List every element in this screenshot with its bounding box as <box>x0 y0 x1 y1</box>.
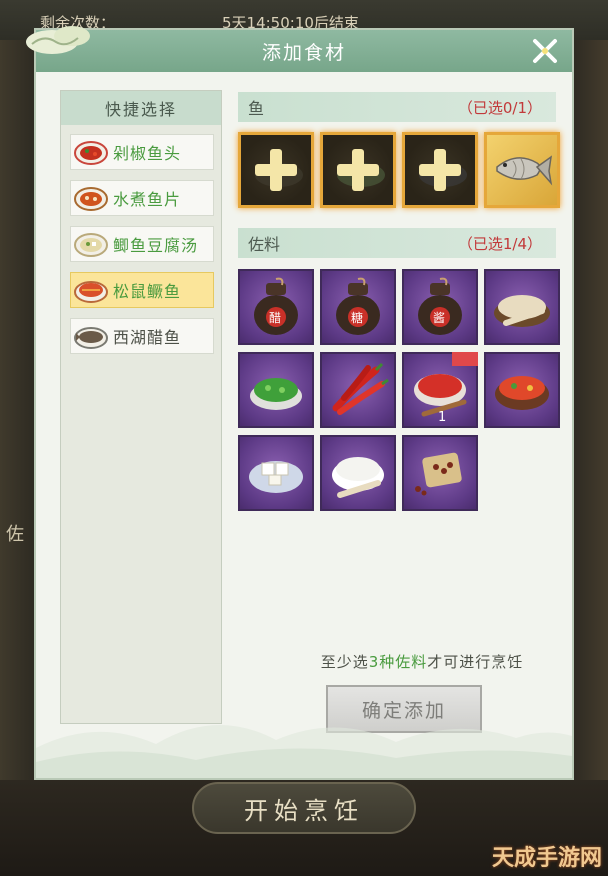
seasoning-flour[interactable] <box>484 269 560 345</box>
seasoning-section-header: 佐料 （已选1/4） <box>238 228 556 258</box>
add-fish-slot-icon <box>255 149 303 191</box>
jar-label: 酱 <box>433 311 446 325</box>
seasoning-starch[interactable] <box>320 435 396 511</box>
squirrel-fish-dish-icon <box>74 276 108 304</box>
hint-prefix: 至少选 <box>320 653 369 671</box>
quick-select-header: 快捷选择 <box>61 91 221 125</box>
fish-selected-count: （已选0/1） <box>457 98 542 117</box>
close-button[interactable] <box>528 34 562 68</box>
seasoning-chili-sauce[interactable]: 1 <box>402 352 478 428</box>
recipe-item-boiled-fish[interactable]: 水煮鱼片 <box>70 180 214 216</box>
fish-tofu-soup-icon <box>74 230 108 258</box>
seasoning-tofu[interactable] <box>238 435 314 511</box>
fish-section-header: 鱼 （已选0/1） <box>238 92 556 122</box>
tofu-plate-icon <box>249 461 303 493</box>
recipe-item-squirrel-fish[interactable]: 松鼠鳜鱼 <box>70 272 214 308</box>
background-right <box>572 40 608 876</box>
watermark: 天成手游网 <box>491 846 602 871</box>
add-fish-slot-icon <box>337 149 385 191</box>
recipe-item-fish-tofu-soup[interactable]: 鲫鱼豆腐汤 <box>70 226 214 262</box>
chili-fish-head-dish-icon <box>74 138 108 166</box>
seasoning-soy-sauce[interactable]: 酱 <box>402 269 478 345</box>
selected-flag <box>452 352 478 366</box>
scallion-bowl-icon <box>250 378 302 410</box>
flour-bowl-icon <box>494 295 550 327</box>
starch-bowl-icon <box>332 457 384 498</box>
jar-label: 醋 <box>269 311 282 325</box>
background-side-label: 佐 <box>6 524 24 545</box>
seasoning-selected-count: （已选1/4） <box>457 234 542 253</box>
dialog-title: 添加食材 <box>261 41 346 64</box>
cooking-hint: 至少选3种佐料才可进行烹饪 <box>268 651 576 672</box>
red-chili-icon <box>332 362 389 415</box>
seasoning-scallion[interactable] <box>238 352 314 428</box>
recipe-label: 剁椒鱼头 <box>113 144 182 163</box>
seasoning-chopped-chili[interactable] <box>484 352 560 428</box>
seasoning-sugar[interactable]: 糖 <box>320 269 396 345</box>
recipe-item-chili-fish-head[interactable]: 剁椒鱼头 <box>70 134 214 170</box>
start-cooking-button[interactable]: 开始烹饪 <box>192 782 416 834</box>
fish-slot-2[interactable] <box>320 132 396 208</box>
item-quantity: 1 <box>438 410 447 425</box>
sichuan-pepper-icon <box>415 452 462 496</box>
close-icon <box>533 39 557 63</box>
vinegar-jar-icon <box>254 277 298 335</box>
recipe-label: 西湖醋鱼 <box>113 328 182 347</box>
chopped-chili-bowl-icon <box>495 376 549 410</box>
fish-slot-4[interactable] <box>484 132 560 208</box>
fish-section-title: 鱼 <box>248 99 265 118</box>
seasoning-section-title: 佐料 <box>248 235 281 254</box>
add-fish-slot-icon <box>419 149 467 191</box>
recipe-item-west-lake-fish[interactable]: 西湖醋鱼 <box>70 318 214 354</box>
hint-suffix: 才可进行烹饪 <box>427 653 524 671</box>
fish-icon <box>496 155 553 186</box>
recipe-label: 松鼠鳜鱼 <box>113 282 182 301</box>
recipe-label: 鲫鱼豆腐汤 <box>113 236 199 255</box>
dialog-header: 添加食材 <box>36 30 572 72</box>
west-lake-fish-dish-icon <box>74 322 108 350</box>
seasoning-sichuan-pepper[interactable] <box>402 435 478 511</box>
fish-slot-3[interactable] <box>402 132 478 208</box>
seasoning-vinegar[interactable]: 醋 <box>238 269 314 345</box>
sugar-jar-icon <box>336 277 380 335</box>
seasoning-red-chili[interactable] <box>320 352 396 428</box>
add-ingredients-dialog: 添加食材 快捷选择 剁椒鱼头 水煮鱼片 鲫鱼豆腐汤 松鼠鳜鱼 西湖醋鱼 鱼 （已… <box>26 26 576 780</box>
recipe-label: 水煮鱼片 <box>113 190 182 209</box>
background-left <box>0 40 36 876</box>
soy-sauce-jar-icon <box>418 277 462 335</box>
boiled-fish-dish-icon <box>74 184 108 212</box>
hint-emphasis: 3种佐料 <box>368 653 428 671</box>
jar-label: 糖 <box>351 311 364 325</box>
confirm-add-button[interactable]: 确定添加 <box>326 685 482 733</box>
cloud-ornament-icon <box>26 26 90 54</box>
fish-slot-1[interactable] <box>238 132 314 208</box>
